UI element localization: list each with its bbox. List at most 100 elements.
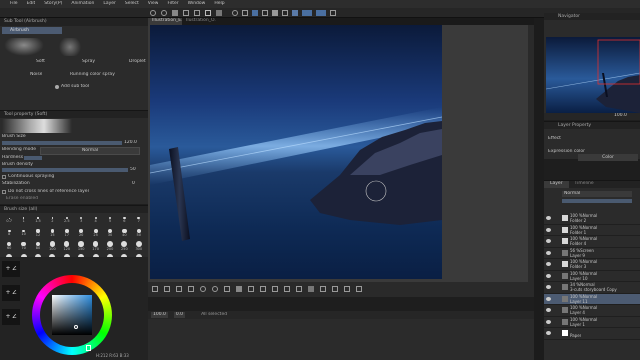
eye-icon[interactable]: [546, 319, 551, 324]
menu-filter[interactable]: Filter: [167, 1, 178, 7]
snap-ruler-icon[interactable]: [252, 10, 258, 16]
layer-row[interactable]: 100 %Normal Layer 10: [544, 271, 640, 282]
perspective-icon[interactable]: [292, 10, 298, 16]
document-tab[interactable]: Ilustration_O.clip: [182, 18, 216, 25]
brush-size-option[interactable]: 30: [103, 228, 117, 239]
menu-edit[interactable]: Edit: [27, 1, 36, 7]
canvas-tool-icon[interactable]: [224, 286, 230, 292]
undo-icon[interactable]: [150, 10, 156, 16]
brush-size-option[interactable]: 5: [103, 215, 117, 226]
menu-help[interactable]: Help: [214, 1, 224, 7]
brush-size-option[interactable]: 15: [45, 228, 59, 239]
tab-timeline[interactable]: Timeline: [569, 181, 600, 188]
snap-icon[interactable]: [242, 10, 248, 16]
brush-size-option[interactable]: 2: [45, 215, 59, 226]
brush-icon[interactable]: [316, 10, 326, 16]
layer-row[interactable]: 100 %Normal Folder 4: [544, 236, 640, 248]
clear-icon[interactable]: [172, 10, 178, 16]
brush-size-option[interactable]: 3: [74, 215, 88, 226]
brush-size-option[interactable]: 6: [117, 215, 131, 226]
brush-size-option[interactable]: 0.7: [2, 215, 16, 226]
canvas-tool-icon[interactable]: [212, 286, 218, 292]
color-wheel[interactable]: [32, 275, 112, 355]
canvas-tool-icon[interactable]: [152, 286, 158, 292]
menu-window[interactable]: Window: [188, 1, 206, 7]
canvas-tool-icon[interactable]: [356, 286, 362, 292]
canvas-tool-icon[interactable]: [308, 286, 314, 292]
angle-readout[interactable]: 0.0: [173, 312, 186, 318]
eye-icon[interactable]: [546, 273, 551, 278]
brush-size-option[interactable]: 100: [45, 241, 59, 252]
fill-icon[interactable]: [272, 10, 278, 16]
cursor-icon[interactable]: [330, 10, 336, 16]
redo-icon[interactable]: [161, 10, 167, 16]
layer-row[interactable]: 100 %Normal Folder 2: [544, 213, 640, 225]
eye-icon[interactable]: [546, 250, 551, 255]
layer-row[interactable]: 100 %Normal Layer 1: [544, 317, 640, 328]
color-picker-handle[interactable]: [74, 325, 78, 329]
brush-size-option[interactable]: 1: [16, 215, 30, 226]
navigator-preview[interactable]: [546, 37, 640, 113]
menu-story[interactable]: Story(P): [44, 1, 62, 7]
subtool-active-tab[interactable]: Airbrush: [2, 27, 62, 34]
brush-size-option[interactable]: 250: [117, 241, 131, 252]
eye-icon[interactable]: [546, 262, 551, 266]
brush-size-option[interactable]: 10: [16, 228, 30, 239]
layer-blend-mode[interactable]: Normal: [562, 191, 632, 197]
brush-size-option[interactable]: 17: [60, 228, 74, 239]
brush-size-option[interactable]: 20: [74, 228, 88, 239]
brush-size-option[interactable]: 80: [31, 241, 45, 252]
canvas[interactable]: [150, 25, 442, 279]
menu-layer[interactable]: Layer: [103, 1, 116, 7]
canvas-tool-icon[interactable]: [200, 286, 206, 292]
hardness-slider[interactable]: [24, 156, 42, 160]
eye-icon[interactable]: [546, 331, 551, 335]
canvas-tool-icon[interactable]: [164, 286, 170, 292]
brush-size-option[interactable]: 300: [132, 241, 146, 252]
brush-size-option[interactable]: 120: [60, 241, 74, 252]
eye-icon[interactable]: [546, 308, 551, 312]
canvas-tool-icon[interactable]: [296, 286, 302, 292]
layer-row[interactable]: 100 %Normal Layer 11: [544, 293, 640, 305]
deselect-icon[interactable]: [194, 10, 200, 16]
menu-select[interactable]: Select: [125, 1, 139, 7]
layer-row[interactable]: 56 %Screen Layer 9: [544, 248, 640, 259]
shortcut-button-2[interactable]: [2, 249, 20, 259]
expression-color-select[interactable]: Color: [578, 154, 638, 161]
canvas-tool-icon[interactable]: [332, 286, 338, 292]
zoom-readout[interactable]: 100.0: [151, 312, 168, 318]
hue-handle[interactable]: [86, 345, 91, 351]
eye-icon[interactable]: [546, 227, 551, 232]
no-cross-checkbox[interactable]: Do not cross lines of reference layer: [2, 189, 89, 195]
canvas-tool-icon[interactable]: [344, 286, 350, 292]
brush-size-option[interactable]: 4: [88, 215, 102, 226]
layer-opacity-slider[interactable]: [562, 199, 632, 203]
brush-preview-soft[interactable]: [4, 38, 44, 56]
layer-row[interactable]: 34 %Normal 3-cuts storyboard Copy: [544, 282, 640, 294]
brush-size-option[interactable]: 40: [117, 228, 131, 239]
menu-animation[interactable]: Animation: [71, 1, 94, 7]
rotate-icon[interactable]: [232, 10, 238, 16]
eye-icon[interactable]: [546, 296, 551, 301]
canvas-tool-icon[interactable]: [260, 286, 266, 292]
menu-file[interactable]: File: [10, 1, 18, 7]
invert-icon[interactable]: [216, 10, 222, 16]
blending-select[interactable]: Normal: [40, 147, 140, 155]
layer-row[interactable]: Paper: [544, 328, 640, 340]
navigator-zoom-value[interactable]: 100.0: [614, 113, 627, 119]
shortcut-button-1[interactable]: + Z: [2, 261, 20, 277]
layer-row[interactable]: 100 %Normal Layer 4: [544, 305, 640, 317]
transform-icon[interactable]: [183, 10, 189, 16]
add-sub-tool[interactable]: Add sub tool: [55, 84, 89, 90]
snap-grid-icon[interactable]: [262, 10, 268, 16]
menu-view[interactable]: View: [148, 1, 159, 7]
canvas-tool-icon[interactable]: [284, 286, 290, 292]
tab-layer[interactable]: Layer: [544, 181, 569, 188]
canvas-tool-icon[interactable]: [236, 286, 242, 292]
eye-icon[interactable]: [546, 216, 551, 220]
canvas-tool-icon[interactable]: [320, 286, 326, 292]
brush-preview-spray[interactable]: [58, 38, 88, 56]
canvas-tool-icon[interactable]: [248, 286, 254, 292]
brush-size-option[interactable]: 25: [88, 228, 102, 239]
layer-row[interactable]: 100 %Normal Folder 1: [544, 225, 640, 236]
